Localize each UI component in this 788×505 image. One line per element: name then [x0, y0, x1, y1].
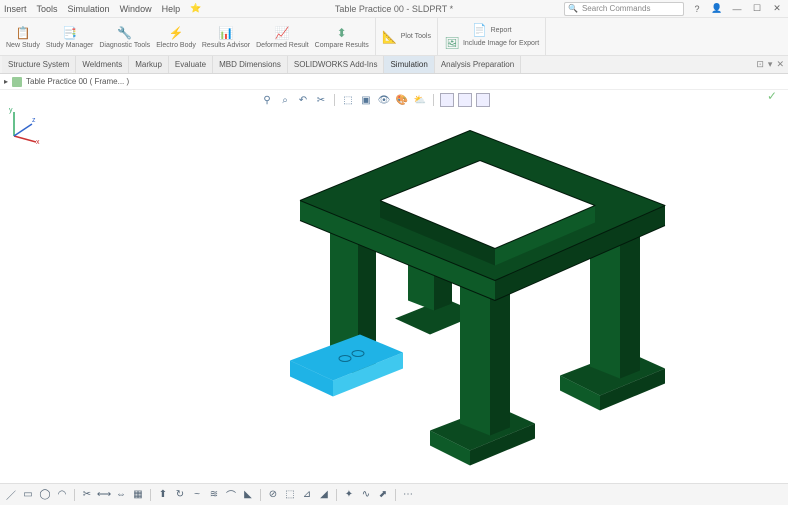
sketch-arc-icon[interactable]: ◠	[55, 488, 69, 502]
expand-icon[interactable]: ▸	[4, 77, 8, 86]
menu-help[interactable]: Help	[162, 4, 181, 14]
search-icon: 🔍	[568, 4, 578, 13]
extrude-icon[interactable]: ⬆	[156, 488, 170, 502]
menu-tools[interactable]: Tools	[37, 4, 58, 14]
study-manager-label: Study Manager	[46, 42, 93, 49]
draft-icon[interactable]: ◢	[317, 488, 331, 502]
reference-geom-icon[interactable]: ✦	[342, 488, 356, 502]
menu-window[interactable]: Window	[120, 4, 152, 14]
new-study-label: New Study	[6, 42, 40, 49]
svg-text:x: x	[36, 139, 40, 146]
diagnostic-icon: 🔧	[117, 25, 133, 41]
command-tabs: Structure System Weldments Markup Evalua…	[0, 56, 788, 74]
deformed-label: Deformed Result	[256, 42, 309, 49]
menu-bar: Insert Tools Simulation Window Help ⭐ Ta…	[0, 0, 788, 18]
tab-structure-system[interactable]: Structure System	[2, 56, 76, 73]
report-label: Report	[491, 27, 512, 34]
close-button[interactable]: ✕	[770, 2, 784, 16]
tab-weldments[interactable]: Weldments	[76, 56, 129, 73]
dimension-icon[interactable]: ⟷	[97, 488, 111, 502]
trim-icon[interactable]: ✂	[80, 488, 94, 502]
sweep-icon[interactable]: ~	[190, 488, 204, 502]
mirror-icon[interactable]: ⇔	[114, 488, 128, 502]
svg-text:y: y	[9, 107, 13, 114]
tabs-close-icon[interactable]: ✕	[776, 59, 784, 70]
shell-icon[interactable]: ⬚	[283, 488, 297, 502]
study-manager-icon: 📑	[62, 25, 78, 41]
document-title: Table Practice 00 - SLDPRT *	[335, 4, 453, 14]
loft-icon[interactable]: ≋	[207, 488, 221, 502]
bsep5	[395, 489, 396, 501]
menu-simulation[interactable]: Simulation	[68, 4, 110, 14]
help-icon[interactable]: ?	[690, 2, 704, 16]
tree-root-label: Table Practice 00 ( Frame... )	[26, 77, 129, 86]
sketch-circle-icon[interactable]: ◯	[38, 488, 52, 502]
include-image-icon: 🖼	[444, 35, 460, 51]
user-icon[interactable]: 👤	[710, 2, 724, 16]
svg-text:z: z	[32, 117, 36, 124]
electro-icon: ⚡	[168, 25, 184, 41]
tabs-dropdown-icon[interactable]: ▾	[768, 59, 773, 70]
chamfer-icon[interactable]: ◣	[241, 488, 255, 502]
sketch-line-icon[interactable]: ／	[4, 488, 18, 502]
ribbon: 📋New Study 📑Study Manager 🔧Diagnostic To…	[0, 18, 788, 56]
new-study-icon: 📋	[15, 25, 31, 41]
ribbon-group-plot: 📐Plot Tools	[376, 18, 438, 55]
report-icon: 📄	[472, 22, 488, 38]
bsep1	[74, 489, 75, 501]
fillet-icon[interactable]: ⌒	[224, 488, 238, 502]
compare-label: Compare Results	[315, 42, 369, 49]
confirm-ok-icon[interactable]: ✓	[764, 88, 780, 104]
compare-results-button[interactable]: ⬍Compare Results	[315, 20, 369, 53]
pattern-icon[interactable]: ▦	[131, 488, 145, 502]
part-icon	[12, 77, 22, 87]
plot-tools-label: Plot Tools	[401, 33, 431, 40]
search-commands-input[interactable]: 🔍 Search Commands	[564, 2, 684, 16]
menu-more-icon[interactable]: ⭐	[190, 3, 201, 14]
plot-tools-icon: 📐	[382, 29, 398, 45]
menu-insert[interactable]: Insert	[4, 4, 27, 14]
minimize-button[interactable]: —	[730, 2, 744, 16]
feature-tree-row[interactable]: ▸ Table Practice 00 ( Frame... )	[0, 74, 788, 90]
tab-evaluate[interactable]: Evaluate	[169, 56, 213, 73]
graphics-viewport[interactable]: .f1{fill:#0b4a20;} .f2{fill:#0e5a28;} .f…	[0, 108, 788, 483]
maximize-button[interactable]: ☐	[750, 2, 764, 16]
hole-wizard-icon[interactable]: ⊘	[266, 488, 280, 502]
axis-triad: y x z	[6, 104, 788, 479]
tab-analysis-preparation[interactable]: Analysis Preparation	[435, 56, 521, 73]
new-study-button[interactable]: 📋New Study	[6, 20, 40, 53]
sketch-rect-icon[interactable]: ▭	[21, 488, 35, 502]
bsep2	[150, 489, 151, 501]
electro-label: Electro Body	[156, 42, 196, 49]
instant3d-icon[interactable]: ⬈	[376, 488, 390, 502]
deformed-result-button[interactable]: 📈Deformed Result	[256, 20, 309, 53]
bsep4	[336, 489, 337, 501]
ribbon-group-report: 📄Report 🖼Include Image for Export	[438, 18, 546, 55]
diagnostic-label: Diagnostic Tools	[99, 42, 150, 49]
results-label: Results Advisor	[202, 42, 250, 49]
search-placeholder: Search Commands	[582, 4, 650, 13]
plot-tools-button[interactable]: 📐Plot Tools	[382, 31, 431, 43]
tab-simulation[interactable]: Simulation	[384, 56, 434, 73]
bsep3	[260, 489, 261, 501]
more-tools-icon[interactable]: ⋯	[401, 488, 415, 502]
tabs-expand-icon[interactable]: ⊡	[756, 59, 764, 70]
results-advisor-button[interactable]: 📊Results Advisor	[202, 20, 250, 53]
ribbon-group-study: 📋New Study 📑Study Manager 🔧Diagnostic To…	[0, 18, 376, 55]
revolve-icon[interactable]: ↻	[173, 488, 187, 502]
results-icon: 📊	[218, 25, 234, 41]
rib-icon[interactable]: ⊿	[300, 488, 314, 502]
electro-body-button[interactable]: ⚡Electro Body	[156, 20, 196, 53]
tab-solidworks-addins[interactable]: SOLIDWORKS Add-Ins	[288, 56, 385, 73]
deformed-icon: 📈	[274, 25, 290, 41]
include-image-label: Include Image for Export	[463, 40, 539, 47]
include-image-button[interactable]: 🖼Include Image for Export	[444, 37, 539, 49]
bottom-toolbar: ／ ▭ ◯ ◠ ✂ ⟷ ⇔ ▦ ⬆ ↻ ~ ≋ ⌒ ◣ ⊘ ⬚ ⊿ ◢ ✦ ∿ …	[0, 483, 788, 505]
curves-icon[interactable]: ∿	[359, 488, 373, 502]
tab-mbd-dimensions[interactable]: MBD Dimensions	[213, 56, 288, 73]
diagnostic-tools-button[interactable]: 🔧Diagnostic Tools	[99, 20, 150, 53]
compare-icon: ⬍	[334, 25, 350, 41]
study-manager-button[interactable]: 📑Study Manager	[46, 20, 93, 53]
tab-markup[interactable]: Markup	[129, 56, 169, 73]
